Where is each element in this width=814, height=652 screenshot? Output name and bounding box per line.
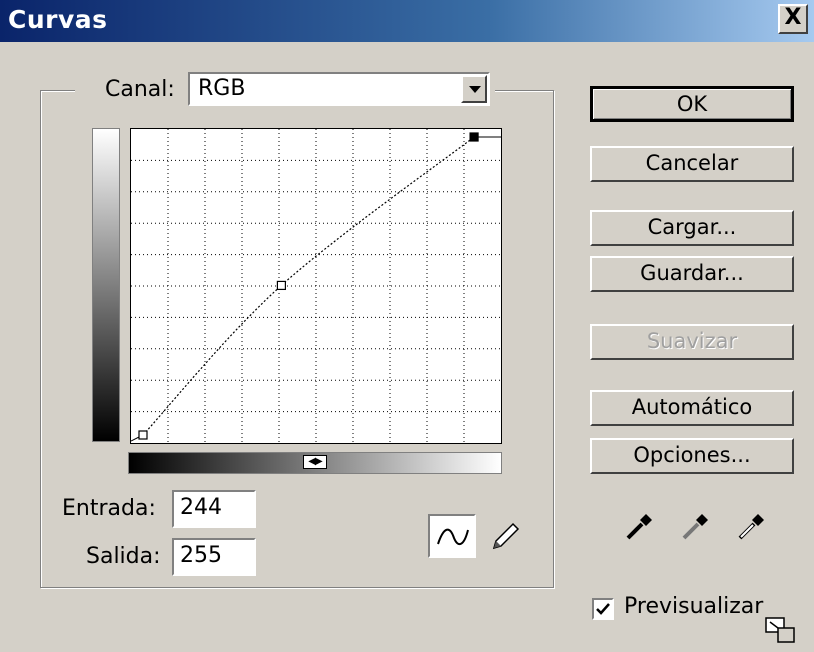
- smooth-button: Suavizar: [590, 324, 794, 360]
- resize-icon[interactable]: [764, 616, 798, 646]
- title-bar: Curvas X: [0, 0, 814, 42]
- curve-control-point[interactable]: [469, 132, 479, 142]
- eyedropper-gray-icon[interactable]: [676, 504, 716, 544]
- channel-select[interactable]: RGB: [188, 72, 490, 106]
- preview-checkbox[interactable]: [592, 598, 614, 620]
- curve-graph[interactable]: [130, 128, 502, 444]
- input-field[interactable]: 244: [172, 490, 256, 528]
- pencil-tool-icon[interactable]: [482, 514, 526, 558]
- input-gradient-bar: ◀▶: [128, 452, 502, 474]
- eyedropper-black-icon[interactable]: [620, 504, 660, 544]
- ok-button[interactable]: OK: [590, 86, 794, 122]
- eyedropper-white-icon[interactable]: [732, 504, 772, 544]
- preview-label: Previsualizar: [624, 594, 764, 619]
- load-button[interactable]: Cargar...: [590, 210, 794, 246]
- close-button[interactable]: X: [778, 4, 808, 34]
- gradient-toggle-icon[interactable]: ◀▶: [303, 455, 327, 469]
- window-title: Curvas: [8, 5, 108, 34]
- cancel-button[interactable]: Cancelar: [590, 146, 794, 182]
- curve-grid: [131, 129, 501, 443]
- output-gradient-bar: [92, 128, 120, 442]
- curve-tool-icon[interactable]: [428, 514, 476, 558]
- curve-line: [142, 136, 475, 436]
- input-label: Entrada:: [62, 496, 156, 521]
- curve-control-point[interactable]: [138, 430, 148, 440]
- channel-label: Canal:: [105, 77, 175, 102]
- options-button[interactable]: Opciones...: [590, 438, 794, 474]
- channel-value: RGB: [198, 76, 246, 101]
- channel-row: Canal: RGB: [75, 68, 495, 112]
- output-field[interactable]: 255: [172, 538, 256, 576]
- save-button[interactable]: Guardar...: [590, 256, 794, 292]
- output-label: Salida:: [86, 544, 161, 569]
- auto-button[interactable]: Automático: [590, 390, 794, 426]
- chevron-down-icon[interactable]: [461, 75, 487, 103]
- curve-control-point[interactable]: [276, 280, 286, 291]
- check-icon: [596, 603, 610, 615]
